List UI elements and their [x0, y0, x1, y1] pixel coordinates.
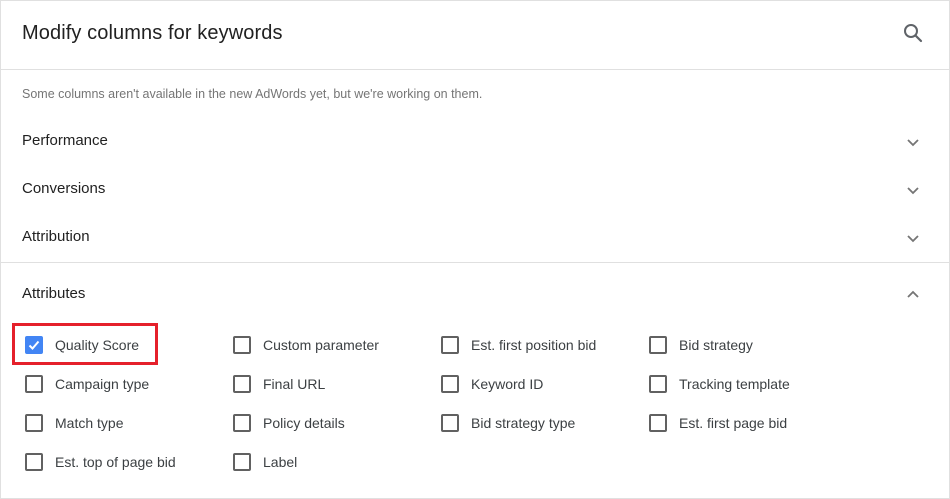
page-title: Modify columns for keywords — [22, 22, 283, 44]
section-label: Performance — [22, 132, 108, 149]
search-button[interactable] — [901, 21, 925, 45]
section-attributes[interactable]: Attributes — [1, 271, 949, 319]
checkbox-label: Bid strategy — [679, 337, 753, 353]
checkbox-label: Bid strategy type — [471, 415, 576, 431]
checkbox-label: Policy details — [263, 415, 345, 431]
checkbox[interactable] — [233, 453, 251, 471]
checkbox[interactable] — [233, 336, 251, 354]
checkbox[interactable] — [25, 414, 43, 432]
chevron-up-icon — [907, 290, 919, 298]
section-conversions[interactable]: Conversions — [1, 166, 949, 214]
checkbox-label: Final URL — [263, 376, 326, 392]
check-icon — [28, 340, 40, 350]
checkbox-label: Est. top of page bid — [55, 454, 176, 470]
checkbox[interactable] — [441, 414, 459, 432]
section-label: Conversions — [22, 180, 106, 197]
checkbox-label: Est. first page bid — [679, 415, 788, 431]
checkbox[interactable] — [649, 375, 667, 393]
checkbox[interactable] — [25, 453, 43, 471]
checkbox[interactable] — [441, 336, 459, 354]
section-label: Attributes — [22, 285, 86, 302]
availability-notice: Some columns aren't available in the new… — [22, 87, 483, 101]
modify-columns-panel: Modify columns for keywords Some columns… — [0, 0, 950, 499]
checkbox-label: Est. first position bid — [471, 337, 597, 353]
checkbox-label: Label — [263, 454, 298, 470]
chevron-down-icon — [907, 235, 919, 243]
section-label: Attribution — [22, 228, 90, 245]
chevron-down-icon — [907, 187, 919, 195]
section-divider — [1, 262, 949, 263]
checkbox-label: Campaign type — [55, 376, 150, 392]
checkbox[interactable] — [233, 414, 251, 432]
checkbox-label: Keyword ID — [471, 376, 544, 392]
checkbox[interactable] — [25, 336, 43, 354]
section-attribution[interactable]: Attribution — [1, 214, 949, 262]
search-icon — [904, 24, 923, 43]
panel-header: Modify columns for keywords — [1, 1, 949, 70]
checkbox-label: Quality Score — [55, 337, 140, 353]
checkbox-label: Match type — [55, 415, 124, 431]
checkbox[interactable] — [25, 375, 43, 393]
checkbox[interactable] — [649, 414, 667, 432]
checkbox[interactable] — [233, 375, 251, 393]
checkbox[interactable] — [441, 375, 459, 393]
section-performance[interactable]: Performance — [1, 118, 949, 166]
checkbox-label: Tracking template — [679, 376, 790, 392]
checkbox-label: Custom parameter — [263, 337, 379, 353]
chevron-down-icon — [907, 139, 919, 147]
checkbox[interactable] — [649, 336, 667, 354]
